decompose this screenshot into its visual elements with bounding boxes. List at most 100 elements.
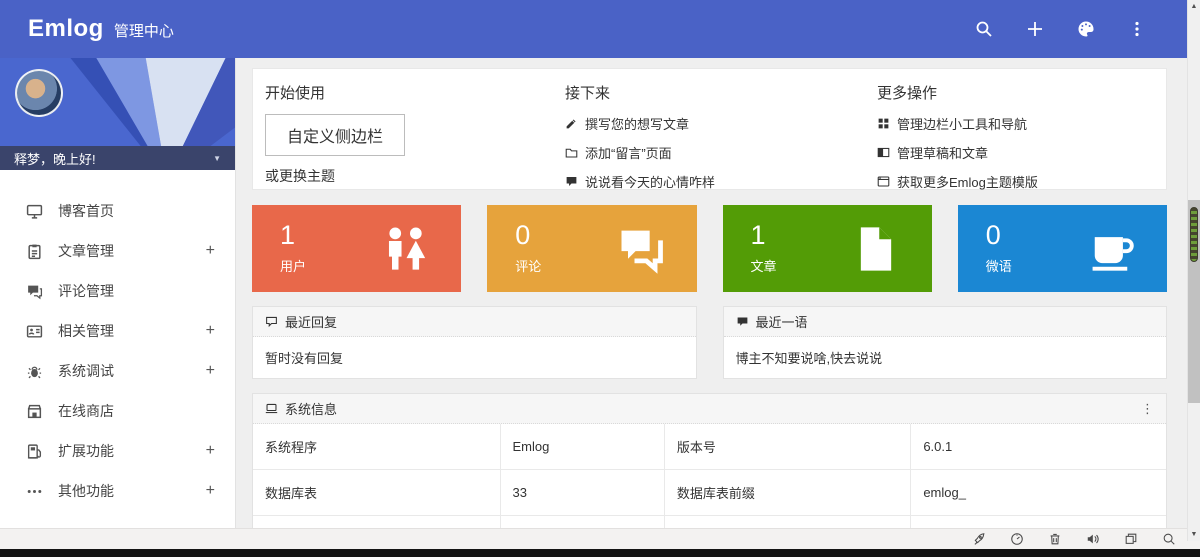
- table-cell-label: 系统程序: [253, 424, 500, 469]
- stat-text: 1 文章: [751, 222, 777, 275]
- sidebar-item-debug[interactable]: 系统调试 +: [0, 351, 235, 391]
- panel-menu-icon[interactable]: ⋮: [1141, 401, 1154, 417]
- expand-plus-icon[interactable]: +: [206, 243, 215, 259]
- sidebar-item-label: 相关管理: [58, 321, 206, 341]
- window-restore-icon[interactable]: [1124, 532, 1138, 546]
- recent-whisper-panel: 最近一语 博主不知要说啥,快去说说: [723, 306, 1168, 379]
- palette-icon[interactable]: [1076, 19, 1096, 39]
- bottom-toolbar: [0, 528, 1200, 549]
- add-page-link[interactable]: 添加“留言”页面: [565, 143, 865, 162]
- customize-sidebar-button[interactable]: 自定义侧边栏: [265, 114, 405, 156]
- link-label: 获取更多Emlog主题模版: [897, 172, 1038, 191]
- stat-value: 1: [280, 222, 306, 249]
- vertical-scrollbar[interactable]: ▲ ▼: [1187, 0, 1200, 541]
- stat-card-comments[interactable]: 0 评论: [487, 205, 696, 292]
- system-laptop-icon: [265, 402, 278, 415]
- ellipsis-icon: [26, 483, 43, 500]
- comments-icon: [615, 223, 667, 275]
- stat-label: 文章: [751, 256, 777, 275]
- stat-card-articles[interactable]: 1 文章: [723, 205, 932, 292]
- stat-card-whisper[interactable]: 0 微语: [958, 205, 1167, 292]
- sidebar-menu: 博客首页 文章管理 + 评论管理 相关管理 + 系统调试 + 在线商店 扩展功能: [0, 170, 235, 511]
- recent-replies-body: 暂时没有回复: [253, 337, 696, 378]
- comments-icon: [26, 283, 43, 300]
- search-icon[interactable]: [974, 19, 994, 39]
- table-cell-value: Emlog: [500, 424, 664, 469]
- stat-value: 0: [986, 222, 1012, 249]
- store-icon: [26, 403, 43, 420]
- profile-banner: 释梦，晚上好! ▼: [0, 58, 235, 170]
- scrollbar-thumb[interactable]: [1188, 200, 1200, 403]
- logo-text: Emlog: [28, 15, 104, 43]
- table-cell-label: 数据库表: [253, 470, 500, 515]
- avatar[interactable]: [15, 69, 63, 117]
- whisper-bubble-icon: [736, 315, 749, 328]
- stat-label: 微语: [986, 256, 1012, 275]
- page-folder-icon: [565, 146, 578, 159]
- plugin-pump-icon: [26, 443, 43, 460]
- sidebar-item-other[interactable]: 其他功能 +: [0, 471, 235, 511]
- link-label: 说说看今天的心情咋样: [585, 172, 715, 191]
- stat-card-users[interactable]: 1 用户: [252, 205, 461, 292]
- table-cell-value: 6.0.1: [910, 424, 1166, 469]
- stat-value: 1: [751, 222, 777, 249]
- widgets-grid-icon: [877, 117, 890, 130]
- recent-replies-panel: 最近回复 暂时没有回复: [252, 306, 697, 379]
- post-mood-link[interactable]: 说说看今天的心情咋样: [565, 172, 865, 191]
- scroll-up-icon[interactable]: ▲: [1188, 0, 1200, 13]
- more-actions-column: 更多操作 管理边栏小工具和导航 管理草稿和文章 获取更多Emlog主题模版: [865, 69, 1166, 189]
- expand-plus-icon[interactable]: +: [206, 483, 215, 499]
- expand-plus-icon[interactable]: +: [206, 323, 215, 339]
- user-greeting[interactable]: 释梦，晚上好! ▼: [0, 146, 235, 170]
- sidebar-item-articles[interactable]: 文章管理 +: [0, 231, 235, 271]
- zoom-search-icon[interactable]: [1162, 532, 1176, 546]
- more-actions-title: 更多操作: [877, 82, 1166, 103]
- write-article-link[interactable]: 撰写您的想写文章: [565, 114, 865, 133]
- sidebar-item-store[interactable]: 在线商店: [0, 391, 235, 431]
- change-theme-link[interactable]: 或更换主题: [265, 166, 553, 186]
- add-icon[interactable]: [1025, 19, 1045, 39]
- table-row: 系统程序 Emlog 版本号 6.0.1: [253, 424, 1166, 470]
- reply-bubble-icon: [265, 315, 278, 328]
- stat-text: 0 微语: [986, 222, 1012, 275]
- recent-whisper-body: 博主不知要说啥,快去说说: [724, 337, 1167, 378]
- chevron-down-icon: ▼: [213, 154, 221, 163]
- volume-icon[interactable]: [1086, 532, 1100, 546]
- get-themes-link[interactable]: 获取更多Emlog主题模版: [877, 172, 1166, 191]
- rocket-icon[interactable]: [972, 532, 986, 546]
- chat-bubble-icon: [565, 175, 578, 188]
- coffee-cup-icon: [1085, 223, 1137, 275]
- next-steps-title: 接下来: [565, 82, 865, 103]
- more-menu-icon[interactable]: [1127, 19, 1147, 39]
- manage-widgets-link[interactable]: 管理边栏小工具和导航: [877, 114, 1166, 133]
- expand-plus-icon[interactable]: +: [206, 443, 215, 459]
- trash-icon[interactable]: [1048, 532, 1062, 546]
- drafts-card-icon: [877, 146, 890, 159]
- manage-drafts-link[interactable]: 管理草稿和文章: [877, 143, 1166, 162]
- sidebar-item-label: 扩展功能: [58, 441, 206, 461]
- table-cell-label: 数据库表前缀: [664, 470, 911, 515]
- table-cell-value: 33: [500, 470, 664, 515]
- sidebar-item-comments[interactable]: 评论管理: [0, 271, 235, 311]
- recent-replies-header: 最近回复: [253, 307, 696, 337]
- system-info-header: 系统信息 ⋮: [253, 394, 1166, 424]
- gauge-icon[interactable]: [1010, 532, 1024, 546]
- stat-cards: 1 用户 0 评论 1 文章: [252, 205, 1167, 292]
- sidebar-item-extensions[interactable]: 扩展功能 +: [0, 431, 235, 471]
- link-label: 添加“留言”页面: [585, 143, 672, 162]
- table-cell-value: emlog_: [910, 470, 1166, 515]
- table-cell-label: 版本号: [664, 424, 911, 469]
- link-label: 管理草稿和文章: [897, 143, 988, 162]
- write-icon: [565, 117, 578, 130]
- sidebar-item-related[interactable]: 相关管理 +: [0, 311, 235, 351]
- table-row: 数据库表 33 数据库表前缀 emlog_: [253, 470, 1166, 516]
- admin-center-title: 管理中心: [114, 20, 174, 41]
- expand-plus-icon[interactable]: +: [206, 363, 215, 379]
- bug-icon: [26, 363, 43, 380]
- sidebar-item-home[interactable]: 博客首页: [0, 191, 235, 231]
- getting-started-title: 开始使用: [265, 82, 553, 103]
- scroll-down-icon[interactable]: ▼: [1188, 528, 1200, 541]
- emlog-logo[interactable]: Emlog 管理中心: [28, 15, 174, 43]
- next-steps-column: 接下来 撰写您的想写文章 添加“留言”页面 说说看今天的心情咋样: [553, 69, 865, 189]
- greeting-text: 释梦，晚上好!: [14, 149, 96, 168]
